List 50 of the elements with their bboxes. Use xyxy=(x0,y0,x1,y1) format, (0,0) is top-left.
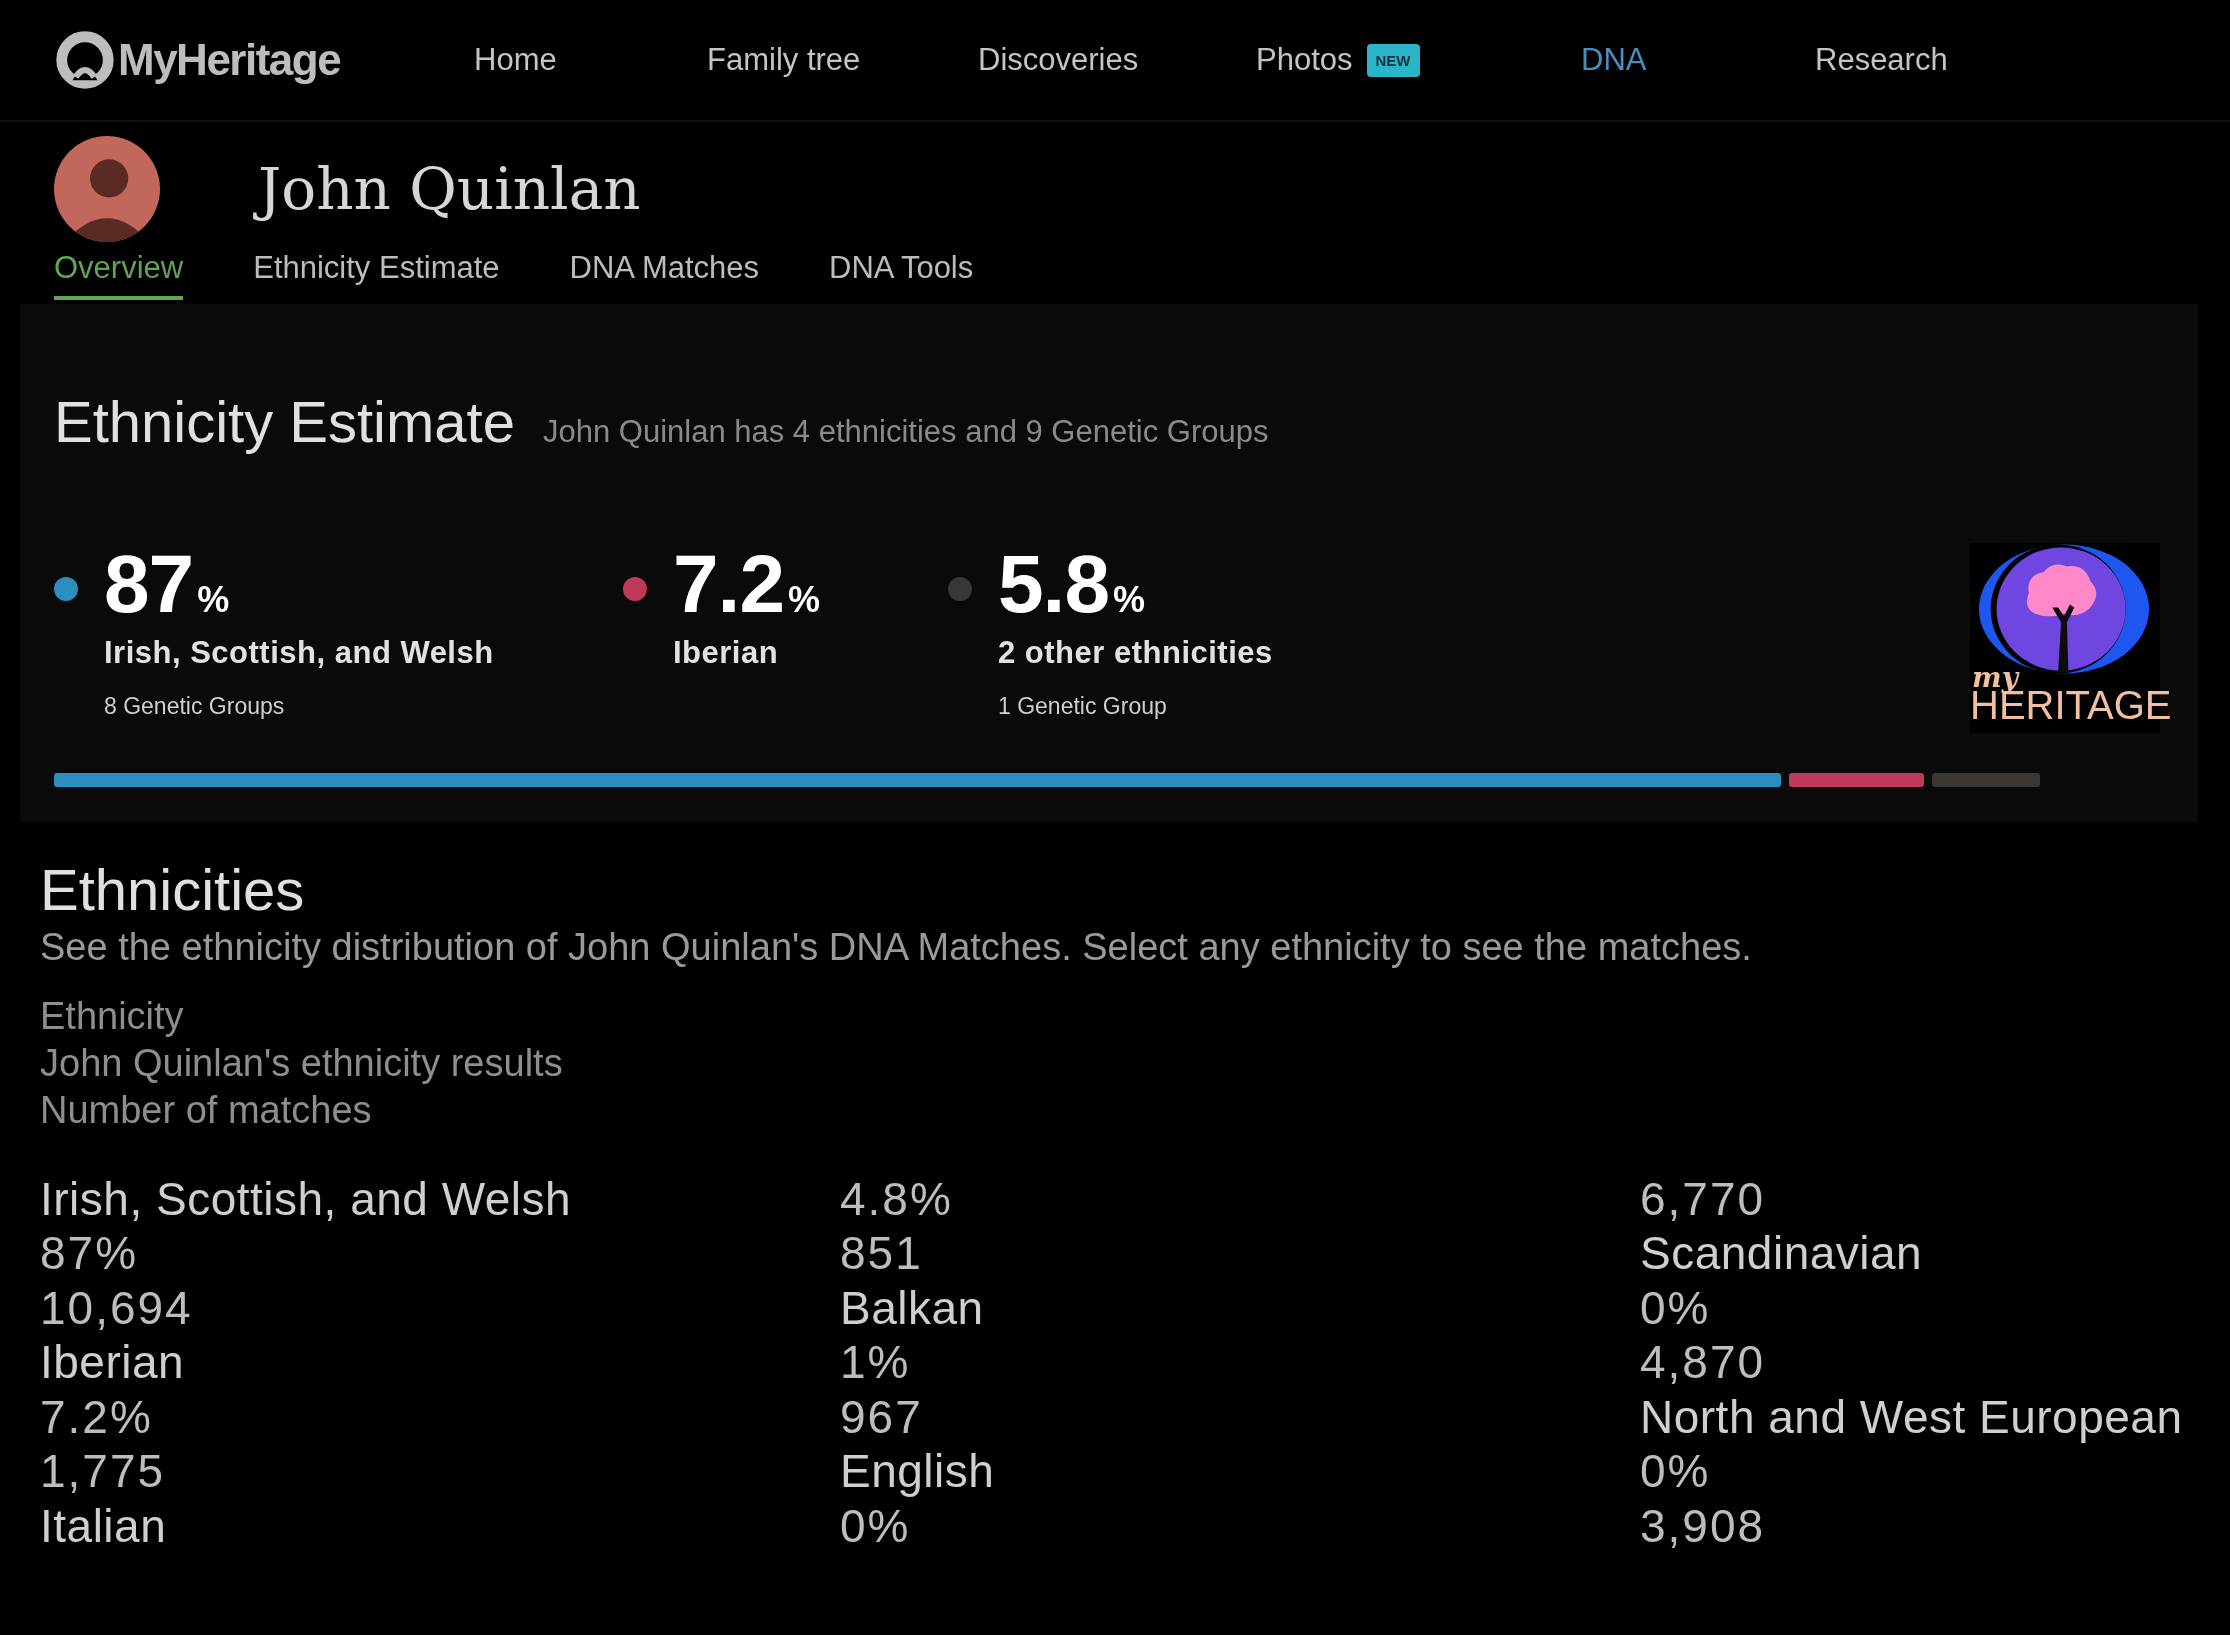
profile-tab[interactable]: DNA Matches xyxy=(569,250,760,300)
percentage: 5.8% xyxy=(998,543,1146,625)
new-badge: NEW xyxy=(1366,43,1420,77)
nav-link[interactable]: Home xyxy=(474,42,557,78)
table-cell-text: 0% xyxy=(1640,1280,1712,1336)
profile-tab[interactable]: Ethnicity Estimate xyxy=(253,250,500,300)
profile-tab[interactable]: Overview xyxy=(54,250,184,300)
table-cell-text: 851 xyxy=(840,1226,924,1281)
table-cell-text: English xyxy=(840,1444,996,1499)
table-cell-text: 10,694 xyxy=(40,1280,194,1336)
table-cell-text: Italian xyxy=(40,1498,168,1554)
table-cell-text: Irish, Scottish, and Welsh xyxy=(40,1171,573,1227)
nav-link[interactable]: Discoveries xyxy=(978,42,1139,78)
table-cell-text: 7.2% xyxy=(40,1389,154,1445)
table-cell-text: 6,770 xyxy=(1640,1171,1767,1227)
table-cell-text: 87% xyxy=(40,1226,140,1281)
column-header: Ethnicity xyxy=(40,993,185,1039)
ethnicity-label[interactable]: Irish, Scottish, and Welsh xyxy=(104,635,494,671)
section-title: Ethnicities xyxy=(40,858,306,922)
nav-link[interactable]: Photos xyxy=(1256,42,1353,78)
logo-icon xyxy=(54,29,116,91)
genetic-groups[interactable]: 8 Genetic Groups xyxy=(104,693,494,720)
table-cell-text: 967 xyxy=(840,1389,924,1445)
profile-name: John Quinlan xyxy=(248,146,651,232)
table-cell-text: Scandinavian xyxy=(1640,1226,1924,1281)
genetic-groups[interactable]: 1 Genetic Group xyxy=(998,693,1273,720)
table-cell-text: 1,775 xyxy=(40,1444,167,1499)
ethnicity-label[interactable]: Iberian xyxy=(673,635,820,671)
nav-link[interactable]: DNA xyxy=(1581,42,1647,78)
table-cell-text: 0% xyxy=(840,1498,912,1554)
nav-link[interactable]: Research xyxy=(1815,42,1948,78)
ethnicity-label[interactable]: 2 other ethnicities xyxy=(998,635,1273,671)
table-cell-text: 4,870 xyxy=(1640,1335,1767,1390)
table-cell-text: Balkan xyxy=(840,1280,985,1336)
table-cell-text: North and West European xyxy=(1640,1389,2184,1445)
column-header: John Quinlan's ethnicity results xyxy=(40,1040,564,1086)
section-subtitle: John Quinlan has 4 ethnicities and 9 Genetic Groups xyxy=(542,414,1269,450)
percentage: 7.2% xyxy=(673,543,820,625)
nav-link[interactable]: Family tree xyxy=(707,42,861,78)
profile-tab[interactable]: DNA Tools xyxy=(829,250,974,300)
section-description: See the ethnicity distribution of John Quinlan's DNA Matches. Select any ethnicity to see the matches. xyxy=(40,925,1753,969)
table-cell-text: 1% xyxy=(840,1335,912,1390)
table-cell-text: Iberian xyxy=(40,1335,186,1390)
table-cell-text: 3,908 xyxy=(1640,1498,1767,1554)
column-header: Number of matches xyxy=(40,1087,373,1133)
section-title: Ethnicity Estimate xyxy=(54,388,515,455)
logo-text[interactable]: MyHeritage xyxy=(118,35,341,85)
table-cell-text: 4.8% xyxy=(840,1171,954,1227)
percentage: 87% xyxy=(104,543,231,625)
table-cell-text: 0% xyxy=(1640,1444,1712,1499)
